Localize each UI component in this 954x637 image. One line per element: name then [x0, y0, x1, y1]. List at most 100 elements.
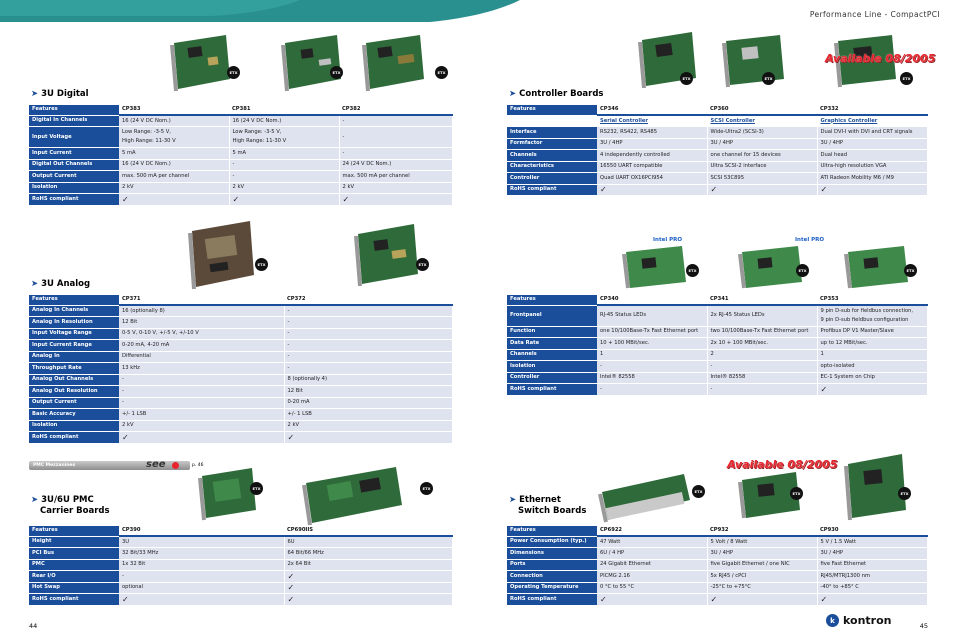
arrow-icon: ➤ — [509, 89, 517, 99]
row-label: Analog In Resolution — [29, 316, 119, 329]
cell: 13 kHz — [119, 362, 285, 375]
cell: two 10/100Base-Tx Fast Ethernet port — [707, 326, 818, 338]
col-header-cp372: CP372 — [284, 295, 452, 306]
etx-badge-icon: ETX — [762, 72, 775, 85]
board-image-cp383 — [168, 33, 236, 93]
row-label: Channels — [507, 349, 597, 361]
cell: Low Range: -3-5 V, High Range: 11-30 V — [229, 126, 340, 148]
intel-pro-logo: Intel PRO — [795, 237, 825, 243]
availability-notice: Available 08/2005 — [825, 52, 936, 65]
col-header-features: Features — [29, 295, 119, 306]
cell: - — [597, 360, 708, 373]
row-label: RoHS compliant — [507, 184, 597, 196]
etx-badge-icon: ETX — [435, 66, 448, 79]
table-row: Analog In Differential - — [29, 351, 453, 363]
etx-badge-icon: ETX — [686, 264, 699, 277]
cell: Dual DVI-I with DVI and CRT signals — [817, 126, 928, 139]
row-label: Isolation — [29, 420, 119, 432]
section-title-ethernet-switch: ➤ Ethernet Switch Boards — [509, 495, 587, 516]
col-header-cp340: CP340 — [597, 295, 707, 306]
table-row: RoHS compliant ✓ ✓ — [29, 431, 453, 444]
etx-badge-icon: ETX — [898, 487, 911, 500]
col-header-cp930: CP930 — [817, 526, 927, 537]
table-row: Channels 4 independently controlled one ch… — [507, 149, 928, 162]
row-label: Output Current — [29, 170, 119, 183]
table-3u-analog: Features CP371 CP372 Analog In Channels 1… — [29, 295, 453, 444]
cell: 2 kV — [284, 420, 453, 432]
table-row: Digital Out Channels 16 (24 V DC Nom.) -24… — [29, 159, 453, 171]
cell: -40° to +85° C — [817, 582, 928, 594]
cell: EC-1 System on Chip — [817, 372, 928, 384]
cell: 12 Bit — [284, 385, 453, 398]
table-3u-digital: Features CP383 CP381 CP382 Digital In Ch… — [29, 105, 453, 206]
table-row: Ports 24 Gigabit Ethernet five Gigabit Eth… — [507, 559, 928, 571]
table-row: Controller Intel® 82558 Intel® 82558 EC-1 S… — [507, 372, 928, 384]
cell: - — [119, 570, 285, 583]
cell: 12 Bit — [119, 316, 285, 329]
row-label: Channels — [507, 149, 597, 162]
cell: 5 mA — [229, 147, 340, 160]
table-row: RoHS compliant ✓ ✓ — [29, 593, 453, 606]
section-title-controller: ➤ Controller Boards — [509, 89, 604, 99]
table-row: Controller Quad UART OX16PCI954 SCSI 53C89… — [507, 172, 928, 185]
cell: 3U / 4HP — [597, 138, 708, 150]
table-row: Formfactor 3U / 4HP 3U / 4HP 3U / 4HP — [507, 138, 928, 150]
table-network-boards: Features CP340 CP341 CP353 Frontpanel RJ-… — [507, 295, 928, 396]
section-title-pmc: ➤ 3U/6U PMC Carrier Boards — [31, 495, 110, 516]
cell: 16 (24 V DC Nom.) — [229, 115, 340, 127]
table-header-row: Features CP390 CP690IIS — [29, 526, 452, 537]
table-header-row: Features CP340 CP341 CP353 — [507, 295, 927, 306]
row-label: Frontpanel — [507, 305, 597, 327]
check-icon: ✓ — [597, 593, 708, 606]
row-label: RoHS compliant — [507, 593, 597, 606]
page-number-left: 44 — [29, 622, 38, 630]
check-icon: ✓ — [229, 193, 340, 206]
arrow-right-icon — [172, 461, 179, 469]
cell: 24 Gigabit Ethernet — [597, 559, 708, 571]
row-label: Rear I/O — [29, 570, 119, 583]
cell: up to 12 MBit/sec. — [817, 337, 928, 350]
arrow-icon: ➤ — [31, 495, 39, 505]
table-controller-boards: Features CP346 CP360 CP332 Serial Contro… — [507, 105, 928, 196]
cell: 3U / 4HP — [817, 547, 928, 560]
cell: 8 (optionally 4) — [284, 374, 453, 386]
cell: 2 kV — [339, 182, 453, 194]
cell: 64 Bit/66 MHz — [284, 547, 453, 560]
cell: Differential — [119, 351, 285, 363]
cell: 5 mA — [119, 147, 230, 160]
see-reference-bar[interactable]: PMC Mezzanines see — [29, 459, 190, 470]
col-header-features: Features — [507, 105, 597, 116]
cell: 16550 UART compatible — [597, 161, 708, 173]
table-ethernet-switch: Features CP6922 CP932 CP930 Power Consum… — [507, 526, 928, 606]
cell: - — [229, 170, 340, 183]
cell: - — [597, 383, 708, 396]
cell: - — [284, 339, 453, 352]
cell: 3U / 4HP — [707, 547, 818, 560]
row-label: Isolation — [507, 360, 597, 373]
cell: five Fast Ethernet — [817, 559, 928, 571]
table-row: PMC 1x 32 Bit 2x 64 Bit — [29, 559, 453, 571]
etx-badge-icon: ETX — [900, 72, 913, 85]
check-icon: ✓ — [817, 184, 928, 196]
cell: opto-isolated — [817, 360, 928, 373]
row-label: Input Voltage — [29, 126, 119, 148]
table-row: Function one 10/100Base-Tx Fast Ethernet … — [507, 326, 928, 338]
cell: - — [284, 328, 453, 340]
cell: - — [229, 159, 340, 171]
table-row: Isolation 2 kV 2 kV — [29, 420, 453, 432]
row-label: Analog Out Resolution — [29, 385, 119, 398]
table-row: Analog Out Channels -8 (optionally 4) — [29, 374, 453, 386]
table-pmc-carrier: Features CP390 CP690IIS Height 3U 6U PCI B… — [29, 526, 453, 606]
arrow-icon: ➤ — [31, 89, 39, 99]
row-label: Function — [507, 326, 597, 338]
cell: 2 kV — [119, 182, 230, 194]
cell: 9 pin D-sub for fieldbus connection, 9 p… — [817, 305, 928, 327]
cell: SCSI 53C895 — [707, 172, 818, 185]
page-number-right: 45 — [919, 622, 928, 630]
cell: 5x RJ45 / cPCI — [707, 570, 818, 583]
row-label: Analog In Channels — [29, 305, 119, 317]
col-header-cp360: CP360 — [707, 105, 817, 116]
cell: 2 — [707, 349, 818, 361]
col-header-cp341: CP341 — [707, 295, 817, 306]
check-icon: ✓ — [817, 383, 928, 396]
